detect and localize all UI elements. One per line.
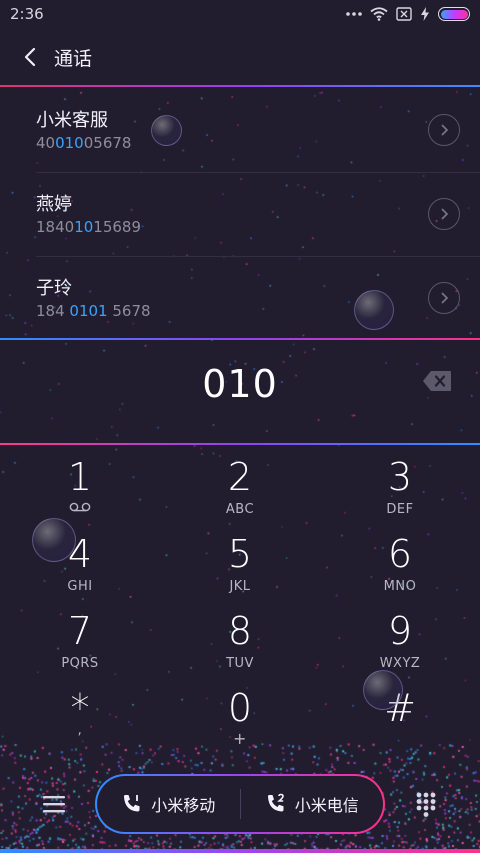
battery-level bbox=[440, 9, 468, 19]
chevron-right-icon bbox=[441, 292, 448, 304]
key-1[interactable]: 1 bbox=[20, 450, 140, 526]
app-header: 通话 bbox=[0, 30, 480, 84]
phone-sim1-icon bbox=[124, 795, 140, 812]
contact-detail-button[interactable] bbox=[428, 282, 460, 314]
key-7[interactable]: 7 PQRS bbox=[20, 604, 140, 680]
key-8[interactable]: 8 TUV bbox=[180, 604, 300, 680]
back-button[interactable] bbox=[18, 45, 42, 69]
phone-sim2-icon bbox=[267, 793, 284, 812]
charging-icon bbox=[421, 7, 429, 21]
sim1-label: 小米移动 bbox=[151, 796, 216, 815]
dialpad-icon bbox=[416, 792, 436, 817]
key-5[interactable]: 5 JKL bbox=[180, 527, 300, 603]
chevron-right-icon bbox=[441, 208, 448, 220]
key-star[interactable]: * , bbox=[20, 681, 140, 757]
contact-row[interactable]: 小米客服 4001005678 bbox=[0, 88, 480, 172]
key-6[interactable]: 6 MNO bbox=[340, 527, 460, 603]
key-0[interactable]: 0 + bbox=[180, 681, 300, 757]
wifi-icon bbox=[370, 7, 388, 21]
more-dots-icon bbox=[346, 12, 362, 16]
contact-row[interactable]: 子玲 184 0101 5678 bbox=[0, 256, 480, 340]
menu-button[interactable] bbox=[38, 788, 70, 820]
status-time: 2:36 bbox=[10, 5, 44, 23]
menu-icon bbox=[43, 796, 65, 813]
status-icons bbox=[346, 7, 470, 21]
key-4[interactable]: 4 GHI bbox=[20, 527, 140, 603]
backspace-button[interactable] bbox=[422, 370, 452, 392]
voicemail-icon bbox=[69, 502, 91, 512]
contact-row[interactable]: 燕婷 18401015689 bbox=[0, 172, 480, 256]
number-match: 10 bbox=[74, 218, 94, 236]
chevron-right-icon bbox=[441, 124, 448, 136]
key-3[interactable]: 3 DEF bbox=[340, 450, 460, 526]
contact-name: 小米客服 bbox=[36, 110, 108, 131]
contact-number: 18401015689 bbox=[36, 218, 141, 236]
sim-blocked-icon bbox=[396, 7, 412, 21]
status-bar: 2:36 bbox=[0, 0, 480, 28]
header-divider bbox=[0, 85, 480, 87]
number-display: 010 bbox=[0, 340, 480, 443]
page-title: 通话 bbox=[54, 47, 93, 70]
call-sim1-button[interactable]: 小米移动 bbox=[97, 776, 240, 832]
contact-detail-button[interactable] bbox=[428, 198, 460, 230]
contact-name: 子玲 bbox=[36, 278, 72, 299]
call-sim2-button[interactable]: 小米电信 bbox=[241, 776, 384, 832]
contact-detail-button[interactable] bbox=[428, 114, 460, 146]
key-hash[interactable]: # bbox=[340, 681, 460, 757]
backspace-icon bbox=[423, 371, 451, 391]
key-9[interactable]: 9 WXYZ bbox=[340, 604, 460, 680]
contact-number: 184 0101 5678 bbox=[36, 302, 151, 320]
number-match: 010 bbox=[55, 134, 84, 152]
keypad-divider bbox=[0, 443, 480, 445]
number-match: 0101 bbox=[69, 302, 108, 320]
battery-icon bbox=[438, 7, 470, 21]
dialpad-toggle-button[interactable] bbox=[410, 788, 442, 820]
dialed-number: 010 bbox=[202, 362, 278, 406]
bottom-accent-strip bbox=[0, 849, 480, 853]
back-icon bbox=[24, 47, 36, 67]
key-2[interactable]: 2 ABC bbox=[180, 450, 300, 526]
contact-name: 燕婷 bbox=[36, 194, 72, 215]
sim2-label: 小米电信 bbox=[294, 796, 359, 815]
contact-suggestions: 小米客服 4001005678 燕婷 18401015689 子玲 184 01… bbox=[0, 88, 480, 340]
bottom-bar: 小米移动 小米电信 bbox=[0, 770, 480, 840]
call-buttons: 小米移动 小米电信 bbox=[95, 774, 385, 834]
contact-number: 4001005678 bbox=[36, 134, 132, 152]
